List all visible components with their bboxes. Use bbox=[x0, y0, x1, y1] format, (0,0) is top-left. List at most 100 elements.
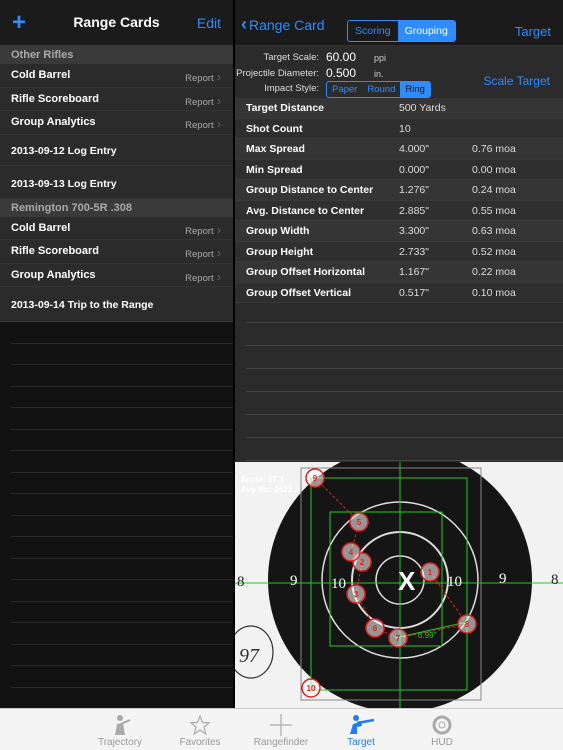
impact-style-label: Impact Style: bbox=[264, 83, 319, 94]
list-item[interactable]: Group Analytics Report bbox=[0, 111, 233, 135]
target-detail-pane: ‹ Range Card Scoring Grouping Target Targ… bbox=[235, 0, 563, 708]
stat-value: 3.300" bbox=[399, 225, 430, 237]
list-item[interactable]: Rifle Scoreboard Report bbox=[0, 87, 233, 111]
tab-label: Trajectory bbox=[97, 737, 143, 748]
empty-row bbox=[11, 430, 233, 451]
stat-value: 0.000" bbox=[399, 163, 430, 176]
shot-marker[interactable]: 4 bbox=[341, 542, 361, 562]
empty-row bbox=[11, 365, 233, 387]
list-item[interactable]: Group Analytics Report bbox=[0, 263, 233, 287]
stat-value: 4.000" bbox=[399, 143, 430, 155]
shot-number: 9 bbox=[313, 474, 318, 483]
section-header-remington: Remington 700-5R .308 bbox=[0, 198, 233, 217]
back-label: Range Card bbox=[249, 17, 325, 33]
shot-marker[interactable]: 7 bbox=[388, 628, 408, 648]
stat-value: 2.733" bbox=[399, 245, 430, 258]
empty-row bbox=[11, 473, 233, 494]
shot-number: 6 bbox=[373, 624, 378, 633]
shooter-icon bbox=[326, 713, 396, 737]
shot-marker[interactable]: 3 bbox=[346, 584, 366, 604]
ring-10-left: 10 bbox=[331, 576, 346, 592]
empty-row bbox=[11, 494, 233, 516]
ring-9-left: 9 bbox=[290, 573, 298, 589]
tab-target[interactable]: Target bbox=[326, 713, 396, 748]
scale-target-button[interactable]: Scale Target bbox=[484, 74, 551, 88]
projectile-diameter-value[interactable]: 0.500 bbox=[326, 66, 356, 80]
report-link[interactable]: Report bbox=[185, 223, 221, 237]
list-item-label: Group Analytics bbox=[11, 116, 96, 128]
shot-marker[interactable]: 10 bbox=[301, 678, 321, 698]
section-header-other-rifles: Other Rifles bbox=[0, 46, 233, 64]
empty-row bbox=[11, 322, 233, 344]
impact-ring[interactable]: Ring bbox=[400, 82, 430, 97]
empty-row bbox=[11, 602, 233, 623]
stat-label: Group Distance to Center bbox=[246, 184, 374, 196]
table-row: Shot Count 10 bbox=[235, 118, 563, 139]
shot-marker[interactable]: 8 bbox=[457, 614, 477, 634]
back-button[interactable]: ‹ Range Card bbox=[241, 14, 325, 35]
spread-label: 0.99" bbox=[418, 631, 437, 640]
ring-9-right: 9 bbox=[499, 571, 507, 587]
impact-paper[interactable]: Paper bbox=[327, 82, 362, 97]
tab-label: Rangefinder bbox=[253, 737, 309, 748]
star-icon bbox=[165, 713, 235, 737]
tab-favorites[interactable]: Favorites bbox=[165, 713, 235, 748]
handwritten-score: 97 bbox=[239, 645, 260, 667]
list-item-label: Group Analytics bbox=[11, 268, 96, 281]
tab-bar: Trajectory Favorites Rangefinder Target … bbox=[0, 708, 563, 750]
list-item-label: Cold Barrel bbox=[11, 221, 71, 234]
tab-scoring[interactable]: Scoring bbox=[348, 21, 398, 41]
table-row: Group Offset Horizontal 1.167" 0.22 moa bbox=[235, 262, 563, 283]
stat-label: Avg. Distance to Center bbox=[246, 204, 365, 217]
range-cards-header: + Range Cards Edit bbox=[0, 0, 233, 46]
empty-row bbox=[11, 666, 233, 688]
list-item[interactable]: 2013-09-13 Log Entry bbox=[0, 165, 233, 199]
table-row: Group Width 3.300" 0.63 moa bbox=[235, 221, 563, 242]
reticle-icon bbox=[407, 713, 477, 737]
stat-label: Group Height bbox=[246, 245, 314, 258]
shot-number: 2 bbox=[360, 558, 365, 567]
tab-hud[interactable]: HUD bbox=[407, 713, 477, 748]
stat-value: 1.276" bbox=[399, 184, 430, 196]
projectile-diameter-label: Projectile Diameter: bbox=[236, 68, 319, 79]
list-item[interactable]: 2013-09-12 Log Entry bbox=[0, 134, 233, 166]
edit-button[interactable]: Edit bbox=[197, 15, 221, 31]
target-scale-unit: ppi bbox=[374, 53, 387, 63]
list-item[interactable]: Cold Barrel Report bbox=[0, 64, 233, 88]
shot-marker[interactable]: 9 bbox=[305, 468, 325, 488]
empty-row bbox=[11, 387, 233, 408]
target-image[interactable]: X 10 10 9 9 8 8 0.99" Score: 97.3 Avg Ve… bbox=[235, 462, 563, 708]
tab-trajectory[interactable]: Trajectory bbox=[85, 713, 155, 748]
tab-rangefinder[interactable]: Rangefinder bbox=[246, 713, 316, 748]
ring-10-right: 10 bbox=[447, 574, 462, 590]
report-link[interactable]: Report bbox=[185, 246, 221, 260]
list-item-label: Cold Barrel bbox=[11, 69, 71, 81]
shot-marker[interactable]: 1 bbox=[420, 562, 440, 582]
tab-grouping[interactable]: Grouping bbox=[397, 21, 455, 41]
range-cards-pane: + Range Cards Edit Other Rifles Cold Bar… bbox=[0, 0, 233, 708]
report-link[interactable]: Report bbox=[185, 117, 221, 131]
empty-row bbox=[11, 344, 233, 365]
shot-number: 10 bbox=[307, 684, 316, 693]
stat-value: 500 Yards bbox=[399, 102, 446, 114]
report-link[interactable]: Report bbox=[185, 270, 221, 284]
scale-settings: Target Scale: 60.00 ppi Projectile Diame… bbox=[235, 46, 563, 98]
impact-round[interactable]: Round bbox=[362, 82, 400, 97]
list-item[interactable]: Cold Barrel Report bbox=[0, 216, 233, 240]
stat-label: Group Offset Vertical bbox=[246, 286, 352, 299]
list-item[interactable]: 2013-09-14 Trip to the Range bbox=[0, 287, 233, 322]
score-text: Score: 97.3 bbox=[241, 475, 284, 484]
shot-marker[interactable]: 6 bbox=[365, 618, 385, 638]
target-button[interactable]: Target bbox=[515, 24, 551, 39]
mode-segmented-control: Scoring Grouping bbox=[347, 20, 456, 42]
empty-list-area bbox=[0, 322, 233, 708]
report-link[interactable]: Report bbox=[185, 94, 221, 108]
empty-row bbox=[11, 623, 233, 645]
empty-row bbox=[11, 645, 233, 666]
ring-8-left: 8 bbox=[237, 574, 245, 590]
shot-marker[interactable]: 5 bbox=[349, 512, 369, 532]
list-item[interactable]: Rifle Scoreboard Report bbox=[0, 240, 233, 264]
target-scale-value[interactable]: 60.00 bbox=[326, 50, 356, 64]
stat-moa: 0.00 moa bbox=[472, 163, 516, 176]
report-link[interactable]: Report bbox=[185, 70, 221, 84]
